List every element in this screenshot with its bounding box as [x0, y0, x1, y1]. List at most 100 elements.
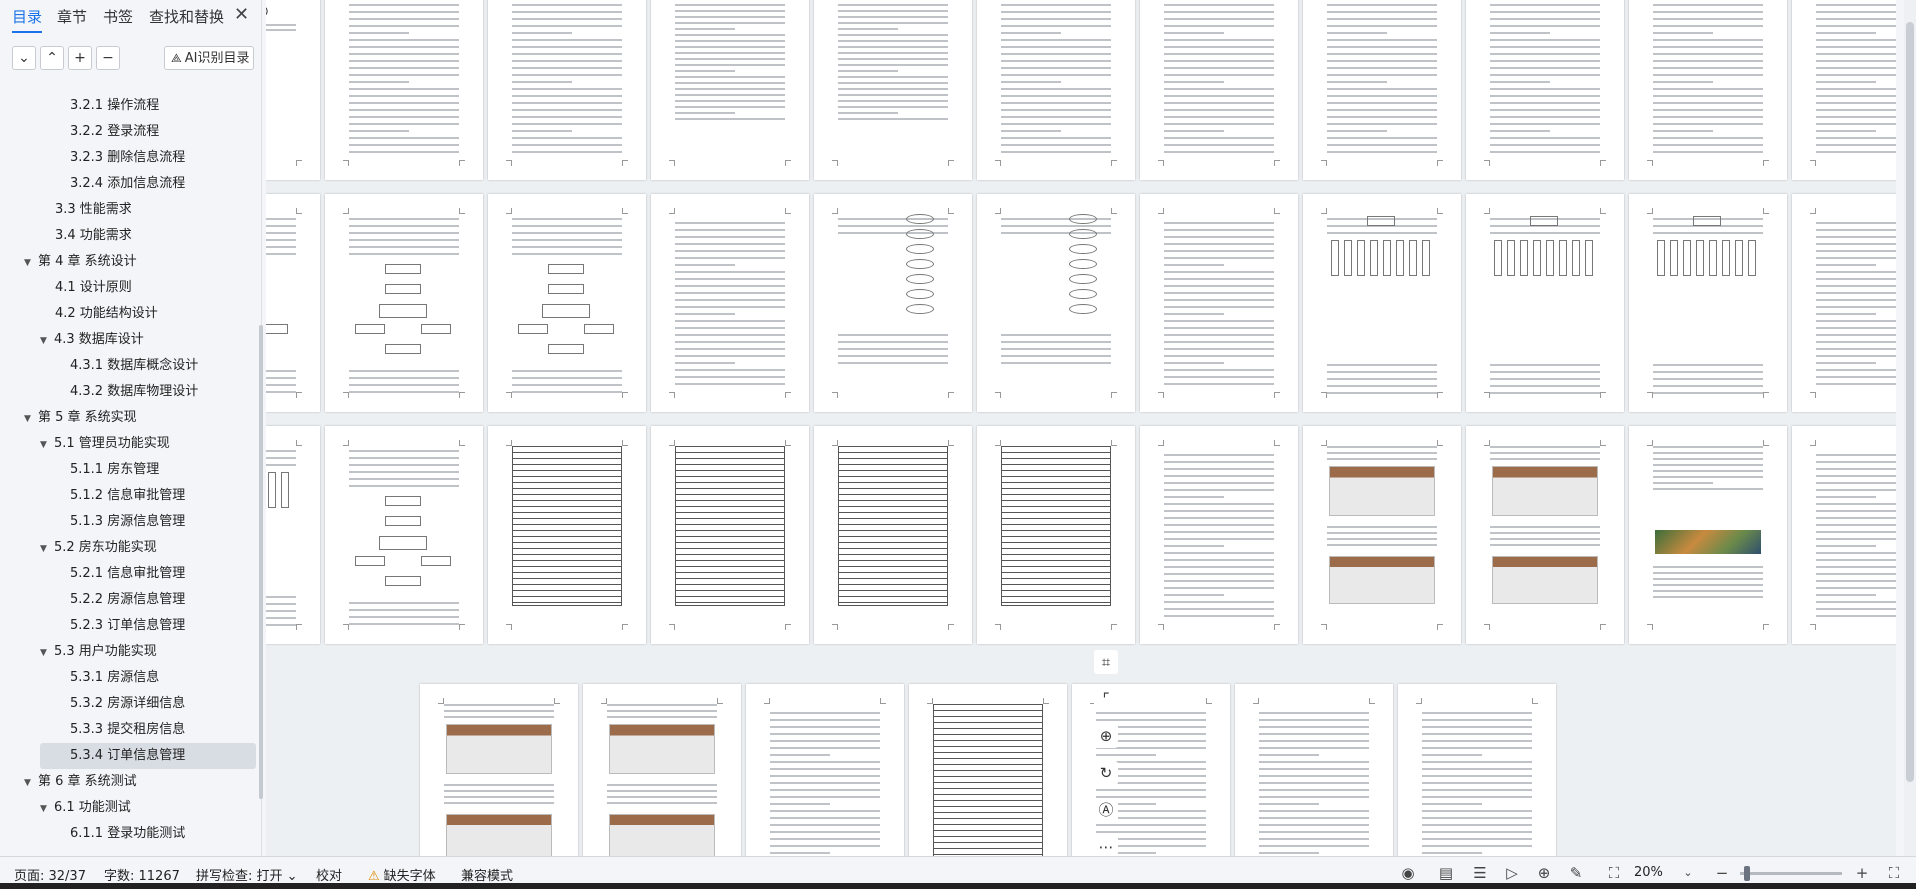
page-thumbnail[interactable] [746, 684, 904, 856]
toc-item[interactable]: 4.1 设计原则 [55, 275, 132, 301]
caret-down-icon[interactable]: ▼ [24, 770, 38, 796]
page-thumbnail[interactable] [1303, 194, 1461, 412]
page-thumbnail[interactable] [651, 194, 809, 412]
eye-icon[interactable]: ◉ [1398, 863, 1418, 883]
tab-toc[interactable]: 目录 [12, 6, 43, 33]
caret-down-icon[interactable]: ▼ [40, 328, 54, 354]
page-thumbnail[interactable] [814, 426, 972, 644]
toc-item[interactable]: 5.2.1 信息审批管理 [70, 561, 185, 587]
page-thumbnail[interactable] [1140, 194, 1298, 412]
toc-item[interactable]: 6.1.1 登录功能测试 [70, 821, 185, 847]
scrollbar-thumb[interactable] [1906, 22, 1914, 782]
page-thumbnail[interactable]: 目录 [651, 0, 809, 180]
chevron-down-icon[interactable]: ⌄ [1678, 863, 1698, 883]
page-thumbnail[interactable] [488, 194, 646, 412]
page-thumbnail[interactable] [651, 426, 809, 644]
page-thumbnail[interactable] [977, 194, 1135, 412]
toc-item[interactable]: ▼ 5.1 管理员功能实现 [40, 431, 170, 457]
page-thumbnail[interactable] [1629, 194, 1787, 412]
page-thumbnail[interactable] [977, 0, 1135, 180]
fit-page-icon[interactable]: ⛶ [1604, 863, 1624, 883]
page-thumbnail[interactable] [325, 194, 483, 412]
page-indicator[interactable]: 页面: 32/37 [14, 865, 86, 884]
more-icon[interactable]: ⋯ [1094, 835, 1118, 856]
toc-item[interactable]: ▼ 第 4 章 系统设计 [24, 249, 137, 275]
fullscreen-icon[interactable]: ⛶ [1884, 863, 1904, 883]
toc-item[interactable]: 5.3.3 提交租房信息 [70, 717, 185, 743]
zoom-slider[interactable] [1740, 872, 1842, 875]
rotate-icon[interactable]: ↻ [1094, 761, 1118, 785]
page-thumbnail[interactable] [1629, 0, 1787, 180]
page-thumbnail[interactable] [325, 426, 483, 644]
tab-chapters[interactable]: 章节 [57, 6, 87, 27]
toc-item[interactable]: ▼ 6.1 功能测试 [40, 795, 131, 821]
page-thumbnail[interactable] [583, 684, 741, 856]
web-view-icon[interactable]: ⊕ [1534, 863, 1554, 883]
toc-item[interactable]: 5.1.3 房源信息管理 [70, 509, 185, 535]
page-thumbnail[interactable] [1303, 0, 1461, 180]
word-count[interactable]: 字数: 11267 [104, 865, 180, 884]
page-thumbnail[interactable] [488, 0, 646, 180]
pen-icon[interactable]: ✎ [1566, 863, 1586, 883]
toc-item[interactable]: 4.2 功能结构设计 [55, 301, 158, 327]
page-thumbnail[interactable] [977, 426, 1135, 644]
page-thumbnail[interactable] [1792, 0, 1896, 180]
proofread-button[interactable]: 校对 [316, 865, 342, 884]
chevron-down-icon[interactable]: ⌄ [12, 46, 36, 70]
toc-scrollbar[interactable] [259, 325, 263, 799]
outline-view-icon[interactable]: ☰ [1470, 863, 1490, 883]
caret-down-icon[interactable]: ▼ [40, 432, 54, 458]
zoom-slider-handle[interactable] [1744, 866, 1750, 881]
page-thumbnail[interactable] [1303, 426, 1461, 644]
caret-down-icon[interactable]: ▼ [40, 640, 54, 666]
toc-item[interactable]: 5.1.1 房东管理 [70, 457, 159, 483]
page-thumbnail[interactable] [1629, 426, 1787, 644]
ai-toc-button[interactable]: ⟁ AI识别目录 [164, 46, 254, 70]
page-thumbnail[interactable] [814, 194, 972, 412]
zoom-level[interactable]: 20% [1634, 865, 1663, 880]
page-thumbnail[interactable] [1140, 0, 1298, 180]
toc-item[interactable]: 5.3.1 房源信息 [70, 665, 159, 691]
zoom-out-icon[interactable]: − [1712, 863, 1732, 883]
chevron-up-icon[interactable]: ⌃ [40, 46, 64, 70]
toc-item[interactable]: ▼ 5.3 用户功能实现 [40, 639, 157, 665]
play-icon[interactable]: ▷ [1502, 863, 1522, 883]
spellcheck-toggle[interactable]: 拼写检查: 打开 ⌄ [196, 865, 298, 884]
toc-item[interactable]: ▼ 第 5 章 系统实现 [24, 405, 137, 431]
toc-item[interactable]: 4.3.2 数据库物理设计 [70, 379, 198, 405]
chart-icon[interactable]: ⌗ [1094, 650, 1118, 674]
tab-bookmarks[interactable]: 书签 [103, 6, 133, 27]
ocr-icon[interactable]: Ⓐ [1094, 798, 1118, 822]
page-thumbnail[interactable] [1398, 684, 1556, 856]
page-thumbnail[interactable] [1792, 426, 1896, 644]
tab-find-replace[interactable]: 查找和替换 [149, 6, 224, 27]
caret-down-icon[interactable]: ▼ [24, 406, 38, 432]
toc-item[interactable]: 3.3 性能需求 [55, 197, 132, 223]
page-thumbnail[interactable]: 毕业设计（论文） [266, 0, 320, 180]
page-thumbnail[interactable] [1466, 0, 1624, 180]
page-thumbnail[interactable] [1235, 684, 1393, 856]
page-thumbnail[interactable] [1466, 426, 1624, 644]
page-thumbnail[interactable] [266, 426, 320, 644]
document-canvas[interactable]: 毕业设计（论文） 目录目录 ⌗ ⌜ ⊕ ↻ Ⓐ ⋯ [266, 0, 1896, 856]
toc-item[interactable]: 5.2.3 订单信息管理 [70, 613, 185, 639]
toc-item[interactable]: 4.3.1 数据库概念设计 [70, 353, 198, 379]
caret-down-icon[interactable]: ▼ [40, 796, 54, 822]
crop-icon[interactable]: ⌜ [1094, 687, 1118, 711]
toc-item[interactable]: 3.2.3 删除信息流程 [70, 145, 185, 171]
missing-fonts-button[interactable]: ⚠ 缺失字体 [368, 865, 436, 884]
page-thumbnail[interactable]: 目录 [814, 0, 972, 180]
minus-icon[interactable]: − [96, 46, 120, 70]
zoom-in-icon[interactable]: ⊕ [1094, 724, 1118, 748]
caret-down-icon[interactable]: ▼ [40, 536, 54, 562]
toc-item[interactable]: ▼ 第 6 章 系统测试 [24, 769, 137, 795]
page-thumbnail[interactable] [1792, 194, 1896, 412]
plus-icon[interactable]: + [68, 46, 92, 70]
toc-item[interactable]: 3.2.4 添加信息流程 [70, 171, 185, 197]
caret-down-icon[interactable]: ▼ [24, 250, 38, 276]
page-thumbnail[interactable] [325, 0, 483, 180]
page-thumbnail[interactable] [1140, 426, 1298, 644]
toc-item[interactable]: ▼ 5.2 房东功能实现 [40, 535, 157, 561]
page-view-icon[interactable]: ▤ [1436, 863, 1456, 883]
zoom-in-icon[interactable]: + [1852, 863, 1872, 883]
